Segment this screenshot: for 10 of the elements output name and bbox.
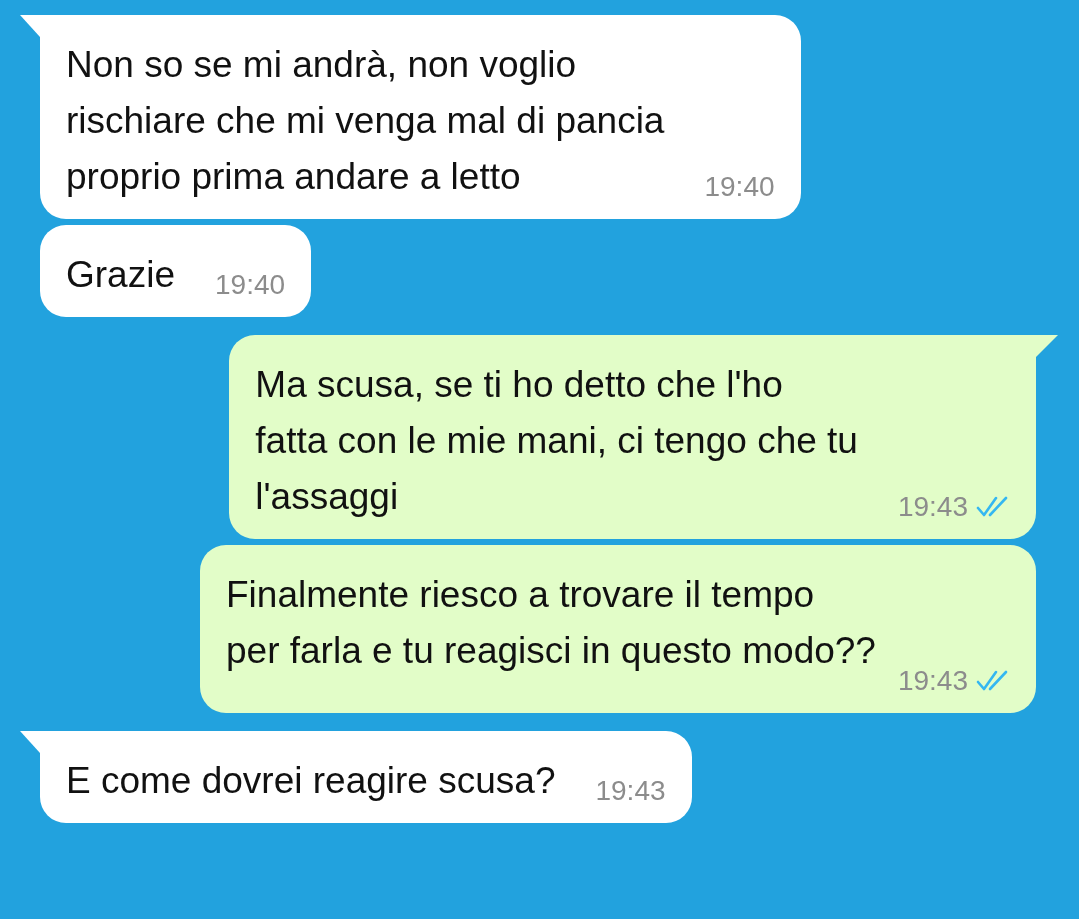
message-time: 19:40 bbox=[704, 171, 775, 203]
message-text: E come dovrei reagire scusa? bbox=[66, 759, 556, 803]
message-time: 19:43 bbox=[595, 775, 666, 807]
message-text: Ma scusa, se ti ho detto che l'ho fatta con le mie mani, ci tengo che tu l'assaggi bbox=[255, 363, 858, 519]
message-text: Non so se mi andrà, non voglio rischiare che mi venga mal di pancia proprio prima andare a letto bbox=[66, 43, 665, 199]
message-time: 19:43 bbox=[897, 491, 968, 523]
message-text: Finalmente riesco a trovare il tempo per farla e tu reagisci in questo modo?? bbox=[226, 573, 876, 673]
message-time: 19:43 bbox=[897, 665, 968, 697]
message-time: 19:40 bbox=[215, 269, 286, 301]
message-text: Grazie bbox=[66, 253, 175, 297]
